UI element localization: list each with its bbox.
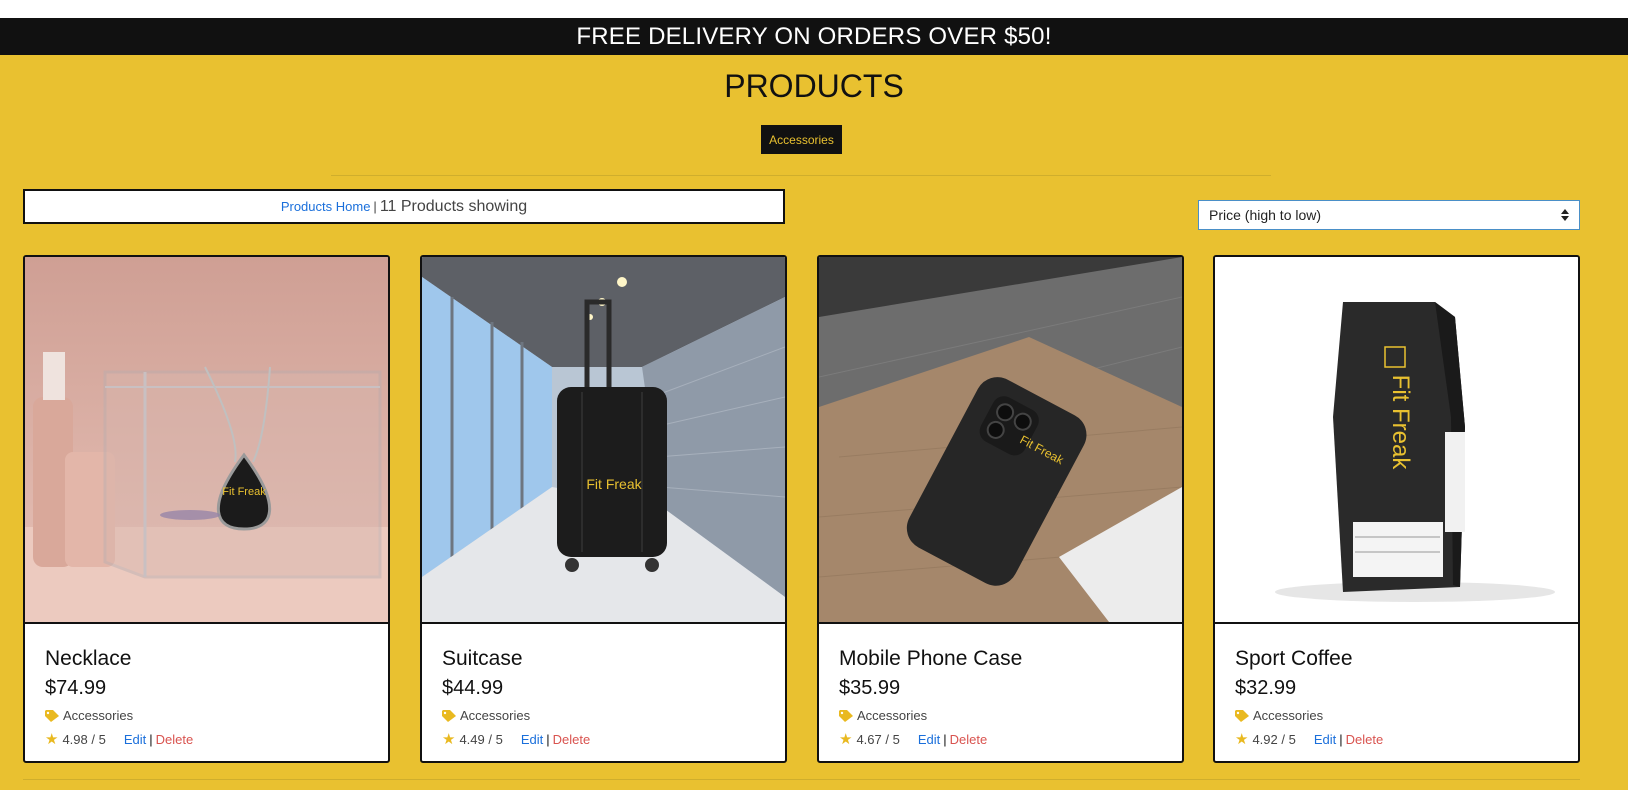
product-image[interactable]: Fit Freak <box>422 257 785 624</box>
product-rating: 4.67 / 5 <box>856 731 900 747</box>
product-image[interactable]: Fit Freak <box>819 257 1182 624</box>
product-price: $44.99 <box>442 677 504 699</box>
product-image[interactable]: Fit Freak <box>1215 257 1578 624</box>
tag-icon <box>45 709 59 722</box>
product-card[interactable]: Fit Freak Mobile Phone Case $35.99 Acces… <box>817 255 1184 763</box>
promo-banner: FREE DELIVERY ON ORDERS OVER $50! <box>0 18 1628 55</box>
delete-link[interactable]: Delete <box>950 732 988 747</box>
product-rating: 4.49 / 5 <box>459 731 503 747</box>
edit-link[interactable]: Edit <box>124 732 146 747</box>
delete-link[interactable]: Delete <box>1346 732 1384 747</box>
product-price: $32.99 <box>1235 677 1297 699</box>
product-image[interactable]: Fit Freak <box>25 257 388 624</box>
category-filter-label: Accessories <box>769 132 834 147</box>
product-rating-row: ★ 4.49 / 5 Edit | Delete <box>442 730 775 748</box>
delete-link[interactable]: Delete <box>156 732 194 747</box>
product-rating-row: ★ 4.92 / 5 Edit | Delete <box>1235 730 1568 748</box>
category-filter-button[interactable]: Accessories <box>761 125 842 154</box>
product-card[interactable]: Fit Freak Suitcase $44.99 Accessories ★ … <box>420 255 787 763</box>
action-separator: | <box>149 731 153 747</box>
star-icon: ★ <box>1235 731 1249 748</box>
sort-select[interactable]: Price (high to low) <box>1198 200 1580 230</box>
brand-logo: Fit Freak <box>222 486 266 498</box>
tag-icon <box>839 709 853 722</box>
product-category: Accessories <box>839 708 1172 723</box>
edit-link[interactable]: Edit <box>1314 732 1336 747</box>
product-card[interactable]: Fit Freak Sport Coffee $32.99 Accessorie… <box>1213 255 1580 763</box>
product-rating: 4.98 / 5 <box>62 731 106 747</box>
delete-link[interactable]: Delete <box>553 732 591 747</box>
summary-separator: | <box>373 199 377 214</box>
divider <box>23 779 1580 780</box>
product-name[interactable]: Suitcase <box>442 647 775 671</box>
promo-banner-text: FREE DELIVERY ON ORDERS OVER $50! <box>576 22 1052 50</box>
product-category: Accessories <box>45 708 378 723</box>
star-icon: ★ <box>45 731 59 748</box>
product-name[interactable]: Mobile Phone Case <box>839 647 1172 671</box>
product-rating-row: ★ 4.98 / 5 Edit | Delete <box>45 730 378 748</box>
edit-link[interactable]: Edit <box>918 732 940 747</box>
product-category: Accessories <box>442 708 775 723</box>
action-separator: | <box>1339 731 1343 747</box>
tag-icon <box>1235 709 1249 722</box>
page-title: PRODUCTS <box>724 68 904 104</box>
star-icon: ★ <box>442 731 456 748</box>
action-separator: | <box>943 731 947 747</box>
top-strip <box>0 0 1628 18</box>
product-name[interactable]: Necklace <box>45 647 378 671</box>
products-summary: Products Home | 11 Products showing <box>23 189 785 224</box>
star-icon: ★ <box>839 731 853 748</box>
tag-icon <box>442 709 456 722</box>
brand-logo: Fit Freak <box>586 476 642 492</box>
action-separator: | <box>546 731 550 747</box>
product-rating: 4.92 / 5 <box>1252 731 1296 747</box>
products-count: 11 Products showing <box>379 197 528 215</box>
product-category: Accessories <box>1235 708 1568 723</box>
brand-logo: Fit Freak <box>1387 375 1414 471</box>
product-price: $35.99 <box>839 677 901 699</box>
sort-arrows-icon <box>1561 209 1569 221</box>
products-home-link[interactable]: Products Home <box>281 199 371 214</box>
product-rating-row: ★ 4.67 / 5 Edit | Delete <box>839 730 1172 748</box>
sort-selected-value: Price (high to low) <box>1209 207 1322 223</box>
product-card[interactable]: Fit Freak Necklace $74.99 Accessories ★ … <box>23 255 390 763</box>
product-name[interactable]: Sport Coffee <box>1235 647 1568 671</box>
edit-link[interactable]: Edit <box>521 732 543 747</box>
divider <box>331 175 1271 176</box>
product-price: $74.99 <box>45 677 107 699</box>
